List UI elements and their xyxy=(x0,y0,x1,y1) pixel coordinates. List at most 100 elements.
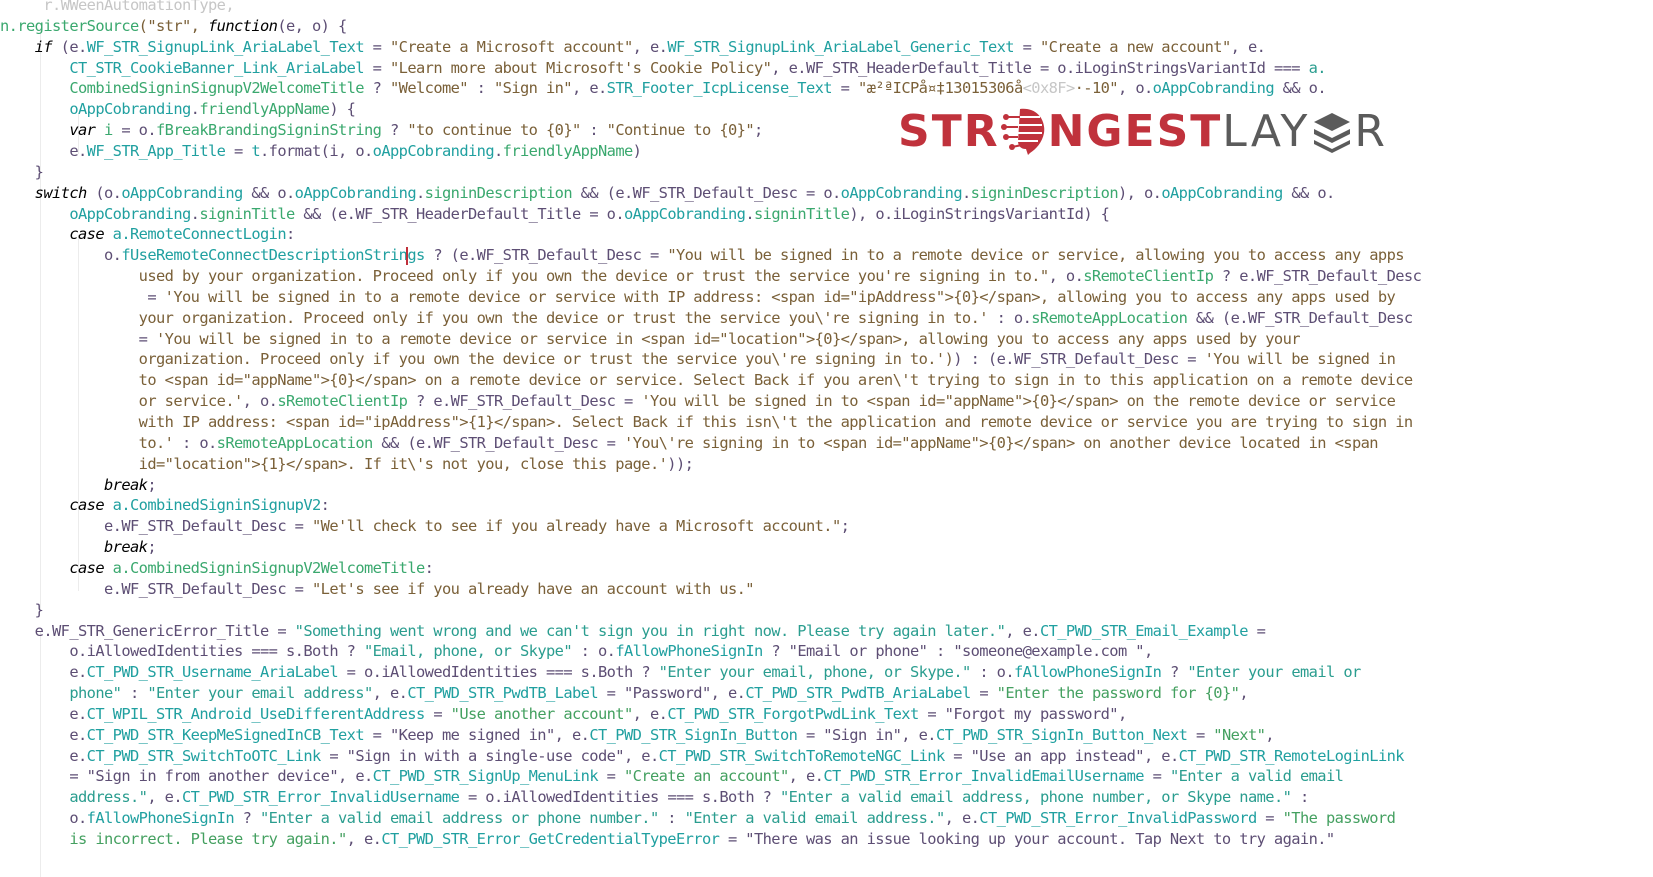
code-token: or service.' xyxy=(0,392,244,411)
code-token: "Use an app instead" xyxy=(970,746,1145,765)
code-line[interactable]: if (e.WF_STR_SignupLink_AriaLabel_Text =… xyxy=(0,37,1266,58)
code-line[interactable]: e.CT_WPIL_STR_Android_UseDifferentAddres… xyxy=(0,704,1127,725)
code-token: (o. xyxy=(86,183,122,202)
code-line[interactable]: to.' : o.sRemoteAppLocation && (e.WF_STR… xyxy=(0,433,1379,454)
code-token: ; xyxy=(147,538,157,557)
code-line[interactable]: e.CT_PWD_STR_KeepMeSignedInCB_Text = "Ke… xyxy=(0,725,1274,746)
code-token: iLoginStringsVariantId xyxy=(892,204,1084,223)
code-line[interactable]: CombinedSigninSignupV2WelcomeTitle ? "We… xyxy=(0,78,1326,99)
code-token: CT_PWD_STR_SignIn_Button_Next xyxy=(935,725,1188,744)
code-line[interactable]: n.registerSource("str", function(e, o) { xyxy=(0,16,347,37)
code-token: WF_STR_HeaderDefault_Title xyxy=(355,204,581,223)
code-line[interactable]: var i = o.fBreakBrandingSigninString ? "… xyxy=(0,120,763,141)
code-line[interactable]: CT_STR_CookieBanner_Link_AriaLabel = "Le… xyxy=(0,58,1326,79)
code-token: && o. xyxy=(1282,183,1335,202)
code-line[interactable]: case a.CombinedSigninSignupV2WelcomeTitl… xyxy=(0,558,434,579)
code-line[interactable]: e.CT_PWD_STR_Username_AriaLabel = o.iAll… xyxy=(0,662,1361,683)
code-token: "Create a new account" xyxy=(1039,37,1231,56)
brain-circuit-icon xyxy=(1000,105,1048,157)
code-line[interactable]: break; xyxy=(0,537,157,558)
code-line[interactable]: case a.CombinedSigninSignupV2: xyxy=(0,495,330,516)
code-token: = xyxy=(831,79,858,98)
code-token: ("str", xyxy=(138,16,208,35)
code-token: (e, o) { xyxy=(277,16,347,35)
code-token: fAllowPhoneSignIn xyxy=(615,642,763,661)
code-token: WF_STR_Default_Desc xyxy=(476,246,642,265)
code-token: = xyxy=(363,58,390,77)
code-line[interactable]: id="location">{1}</span>. If it\'s not y… xyxy=(0,454,694,475)
code-token: "Sign in with a single-use code" xyxy=(346,746,625,765)
code-token: 'You will be signed in xyxy=(1204,350,1396,369)
code-line[interactable]: } xyxy=(0,600,44,621)
code-token: your organization. Proceed only if you o… xyxy=(0,308,989,327)
code-line[interactable]: used by your organization. Proceed only … xyxy=(0,266,1422,287)
code-line[interactable]: organization. Proceed only if you own th… xyxy=(0,349,1396,370)
code-token: CT_PWD_STR_Error_GetCredentialTypeError xyxy=(381,830,720,848)
code-token: , e. xyxy=(346,830,382,848)
code-token: CombinedSigninSignupV2WelcomeTitle xyxy=(69,79,364,98)
code-token: WF_STR_Default_Desc xyxy=(632,183,798,202)
code-line[interactable]: case a.RemoteConnectLogin: xyxy=(0,224,295,245)
code-token: = xyxy=(0,767,87,786)
code-line[interactable]: o.fUseRemoteConnectDescriptionStrings ? … xyxy=(0,245,1405,266)
code-token: WF_STR_Default_Desc xyxy=(450,392,616,411)
code-line[interactable]: or service.', o.sRemoteClientIp ? e.WF_S… xyxy=(0,391,1396,412)
code-line[interactable]: o.iAllowedIdentities === s.Both ? "Email… xyxy=(0,641,1153,662)
code-line[interactable]: e.WF_STR_GenericError_Title = "Something… xyxy=(0,621,1266,642)
code-token: CT_PWD_STR_Username_AriaLabel xyxy=(86,663,339,682)
code-token: = xyxy=(719,830,746,848)
code-token: signinDescription xyxy=(424,183,573,202)
code-line[interactable]: to <span id="appName">{0}</span> on a re… xyxy=(0,370,1414,391)
code-token: 'You\'re signing in to <span id="appName… xyxy=(624,433,1379,452)
code-line[interactable]: switch (o.oAppCobranding && o.oAppCobran… xyxy=(0,183,1336,204)
code-line[interactable]: } xyxy=(0,162,44,183)
code-token: } xyxy=(0,600,44,619)
code-line[interactable]: = "Sign in from another device", e.CT_PW… xyxy=(0,766,1344,787)
code-line[interactable]: e.WF_STR_App_Title = t.format(i, o.oAppC… xyxy=(0,141,642,162)
code-line[interactable]: e.WF_STR_Default_Desc = "We'll check to … xyxy=(0,516,850,537)
code-token: sRemoteAppLocation xyxy=(216,433,374,452)
code-line[interactable]: e.CT_PWD_STR_SwitchToOTC_Link = "Sign in… xyxy=(0,746,1404,767)
code-token: r.WWeenAutomationType, xyxy=(43,0,234,14)
code-line[interactable]: o.fAllowPhoneSignIn ? "Enter a valid ema… xyxy=(0,808,1396,829)
code-token: fAllowPhoneSignIn xyxy=(1014,663,1162,682)
code-token: WF_STR_App_Title xyxy=(86,141,226,160)
code-token: o. xyxy=(0,642,87,661)
code-token: : xyxy=(580,121,607,140)
code-line[interactable]: oAppCobranding.signinTitle && (e.WF_STR_… xyxy=(0,204,1110,225)
code-token: ? xyxy=(762,642,789,661)
code-line[interactable]: phone" : "Enter your email address", e.C… xyxy=(0,683,1248,704)
code-line[interactable]: = 'You will be signed in to a remote dev… xyxy=(0,329,1301,350)
code-line[interactable]: with IP address: <span id="ipAddress">{1… xyxy=(0,412,1414,433)
code-line[interactable]: address.", e.CT_PWD_STR_Error_InvalidUse… xyxy=(0,787,1309,808)
code-token: = xyxy=(0,329,156,348)
code-token: = xyxy=(364,37,390,56)
code-line[interactable]: break; xyxy=(0,475,157,496)
code-line[interactable]: = 'You will be signed in to a remote dev… xyxy=(0,287,1396,308)
code-line[interactable]: is incorrect. Please try again.", e.CT_P… xyxy=(0,829,1335,850)
code-token: a.CombinedSigninSignupV2 xyxy=(112,496,322,515)
code-token: CT_PWD_STR_RemoteLoginLink xyxy=(1178,746,1405,765)
code-token: oAppCobranding xyxy=(121,183,243,202)
code-token: CT_PWD_STR_Error_InvalidEmailUsername xyxy=(823,767,1144,786)
code-token: = xyxy=(1013,37,1040,56)
code-line[interactable]: oAppCobranding.friendlyAppName) { xyxy=(0,99,356,120)
code-line[interactable]: r.WWeenAutomationType, xyxy=(0,0,234,16)
code-token: && (e. xyxy=(372,433,434,452)
logo-text-part4: R xyxy=(1354,105,1388,157)
code-token: "someone@example.com " xyxy=(953,642,1144,661)
code-token: : o. xyxy=(173,433,217,452)
code-line[interactable]: your organization. Proceed only if you o… xyxy=(0,308,1414,329)
code-token: = xyxy=(597,684,624,703)
code-token: oAppCobranding xyxy=(840,183,963,202)
code-token: , xyxy=(1239,684,1248,703)
code-line[interactable]: e.WF_STR_Default_Desc = "Let's see if yo… xyxy=(0,579,755,600)
code-token: switch xyxy=(34,183,88,202)
code-token: friendlyAppName xyxy=(502,141,634,160)
code-token: fUseRemoteConnectDescriptionStrin xyxy=(121,246,408,265)
code-token: CT_PWD_STR_SignUp_MenuLink xyxy=(372,767,599,786)
